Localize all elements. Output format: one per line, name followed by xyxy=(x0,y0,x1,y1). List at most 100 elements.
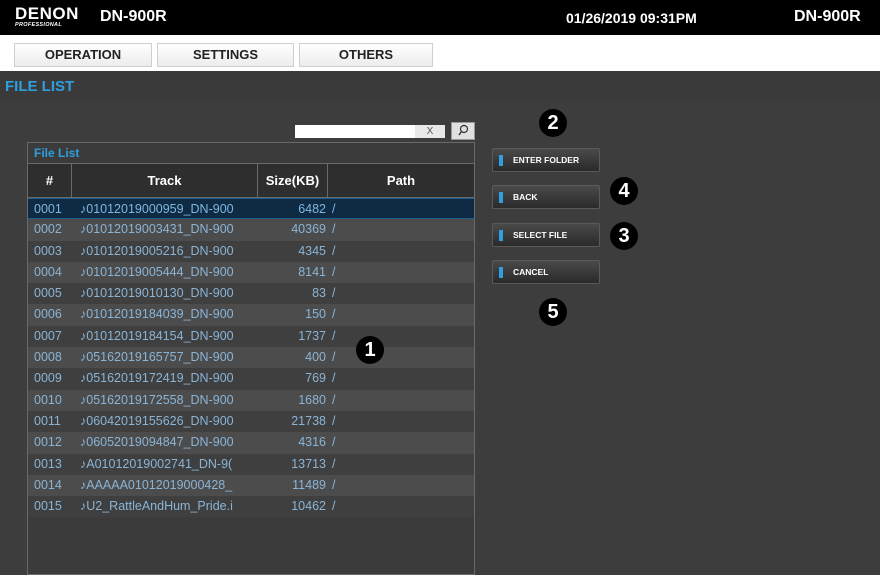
table-row[interactable]: 0015 ♪U2_RattleAndHum_Pride.i 10462 / xyxy=(28,496,474,518)
search-clear-button[interactable]: X xyxy=(415,125,445,138)
table-row[interactable]: 0007 ♪01012019184154_DN-900 1737 / xyxy=(28,325,474,348)
column-header-track[interactable]: Track xyxy=(72,164,258,197)
table-row[interactable]: 0001 ♪01012019000959_DN-900 6482 / xyxy=(28,198,474,220)
denon-logo: DENON xyxy=(15,4,79,23)
section-header: FILE LIST xyxy=(0,71,880,100)
row-size: 4316 xyxy=(298,435,326,450)
table-row[interactable]: 0002 ♪01012019003431_DN-900 40369 / xyxy=(28,219,474,241)
row-track: ♪05162019172558_DN-900 xyxy=(80,392,234,407)
row-track: ♪06052019094847_DN-900 xyxy=(80,435,234,450)
button-indicator xyxy=(499,267,503,278)
row-number: 0009 xyxy=(34,371,62,386)
row-track: ♪U2_RattleAndHum_Pride.i xyxy=(80,499,233,514)
row-size: 40369 xyxy=(291,222,326,237)
datetime: 01/26/2019 09:31PM xyxy=(566,10,697,26)
top-bar: DENON PROFESSIONAL DN-900R 01/26/2019 09… xyxy=(0,0,880,35)
model-name-right: DN-900R xyxy=(794,8,861,25)
row-path: / xyxy=(332,286,336,301)
row-path: / xyxy=(332,307,336,322)
callout-1: 1 xyxy=(356,336,384,364)
row-track: ♪AAAAA01012019000428_ xyxy=(80,477,233,492)
callout-2: 2 xyxy=(539,109,567,137)
file-list-rows: 0001 ♪01012019000959_DN-900 6482 / 0002 ♪0101… xyxy=(28,198,474,518)
row-number: 0001 xyxy=(34,202,62,216)
row-track: ♪01012019184039_DN-900 xyxy=(80,307,234,322)
row-track: ♪01012019010130_DN-900 xyxy=(80,286,234,301)
button-indicator xyxy=(499,192,503,203)
row-track: ♪05162019172419_DN-900 xyxy=(80,371,234,386)
column-header-path[interactable]: Path xyxy=(328,164,474,197)
row-size: 8141 xyxy=(298,264,326,279)
row-path: / xyxy=(332,477,336,492)
enter-folder-button[interactable]: ENTER FOLDER xyxy=(492,148,600,172)
row-path: / xyxy=(332,328,336,343)
row-track: ♪01012019005444_DN-900 xyxy=(80,264,234,279)
search-icon xyxy=(458,124,469,136)
row-size: 10462 xyxy=(291,499,326,514)
row-path: / xyxy=(332,222,336,237)
row-size: 400 xyxy=(305,350,326,365)
callout-3: 3 xyxy=(610,222,638,250)
row-track: ♪01012019000959_DN-900 xyxy=(80,202,234,216)
select-file-button[interactable]: SELECT FILE xyxy=(492,223,600,247)
table-row[interactable]: 0013 ♪A01012019002741_DN-9( 13713 / xyxy=(28,453,474,475)
row-number: 0013 xyxy=(34,456,62,471)
table-row[interactable]: 0008 ♪05162019165757_DN-900 400 / xyxy=(28,347,474,369)
row-path: / xyxy=(332,413,336,428)
row-size: 150 xyxy=(305,307,326,322)
row-size: 1680 xyxy=(298,392,326,407)
row-number: 0015 xyxy=(34,499,62,514)
row-number: 0006 xyxy=(34,307,62,322)
table-row[interactable]: 0004 ♪01012019005444_DN-900 8141 / xyxy=(28,261,474,284)
row-size: 13713 xyxy=(291,456,326,471)
table-row[interactable]: 0003 ♪01012019005216_DN-900 4345 / xyxy=(28,240,474,262)
row-track: ♪01012019003431_DN-900 xyxy=(80,222,234,237)
table-row[interactable]: 0011 ♪06042019155626_DN-900 21738 / xyxy=(28,410,474,433)
row-number: 0007 xyxy=(34,328,62,343)
table-row[interactable]: 0006 ♪01012019184039_DN-900 150 / xyxy=(28,304,474,326)
button-indicator xyxy=(499,230,503,241)
back-label: BACK xyxy=(513,192,538,202)
row-number: 0008 xyxy=(34,350,62,365)
search-button[interactable] xyxy=(451,122,475,140)
row-track: ♪A01012019002741_DN-9( xyxy=(80,456,233,471)
row-number: 0003 xyxy=(34,243,62,258)
file-list-panel: File List # Track Size(KB) Path 0001 ♪010… xyxy=(27,142,475,575)
row-size: 1737 xyxy=(298,328,326,343)
row-number: 0011 xyxy=(34,413,61,428)
tab-operation[interactable]: OPERATION xyxy=(14,43,152,67)
row-path: / xyxy=(332,456,336,471)
back-button[interactable]: BACK xyxy=(492,185,600,209)
callout-4: 4 xyxy=(610,177,638,205)
column-header-number[interactable]: # xyxy=(28,164,72,197)
table-row[interactable]: 0005 ♪01012019010130_DN-900 83 / xyxy=(28,283,474,305)
button-indicator xyxy=(499,155,503,166)
table-row[interactable]: 0009 ♪05162019172419_DN-900 769 / xyxy=(28,368,474,390)
column-header-size[interactable]: Size(KB) xyxy=(258,164,328,197)
model-name: DN-900R xyxy=(100,8,167,25)
table-row[interactable]: 0014 ♪AAAAA01012019000428_ 11489 / xyxy=(28,474,474,497)
page-title: FILE LIST xyxy=(5,78,75,95)
row-path: / xyxy=(332,392,336,407)
table-row[interactable]: 0012 ♪06052019094847_DN-900 4316 / xyxy=(28,432,474,454)
search-input[interactable] xyxy=(295,125,415,138)
row-path: / xyxy=(332,202,336,216)
table-row[interactable]: 0010 ♪05162019172558_DN-900 1680 / xyxy=(28,389,474,411)
row-size: 4345 xyxy=(298,243,326,258)
row-track: ♪01012019005216_DN-900 xyxy=(80,243,234,258)
denon-logo-sub: PROFESSIONAL xyxy=(15,22,62,28)
file-list-title: File List xyxy=(34,146,80,160)
row-size: 11489 xyxy=(292,477,326,492)
tab-row: OPERATION SETTINGS OTHERS xyxy=(0,35,880,71)
row-path: / xyxy=(332,499,336,514)
tab-settings[interactable]: SETTINGS xyxy=(157,43,294,67)
row-track: ♪01012019184154_DN-900 xyxy=(80,328,234,343)
row-path: / xyxy=(332,264,336,279)
row-size: 83 xyxy=(312,286,326,301)
main-panel: X File List # Track Size(KB) Path 0001 ♪0… xyxy=(0,100,880,575)
tab-others[interactable]: OTHERS xyxy=(299,43,433,67)
cancel-button[interactable]: CANCEL xyxy=(492,260,600,284)
row-number: 0004 xyxy=(34,264,62,279)
cancel-label: CANCEL xyxy=(513,267,549,277)
row-path: / xyxy=(332,350,336,365)
